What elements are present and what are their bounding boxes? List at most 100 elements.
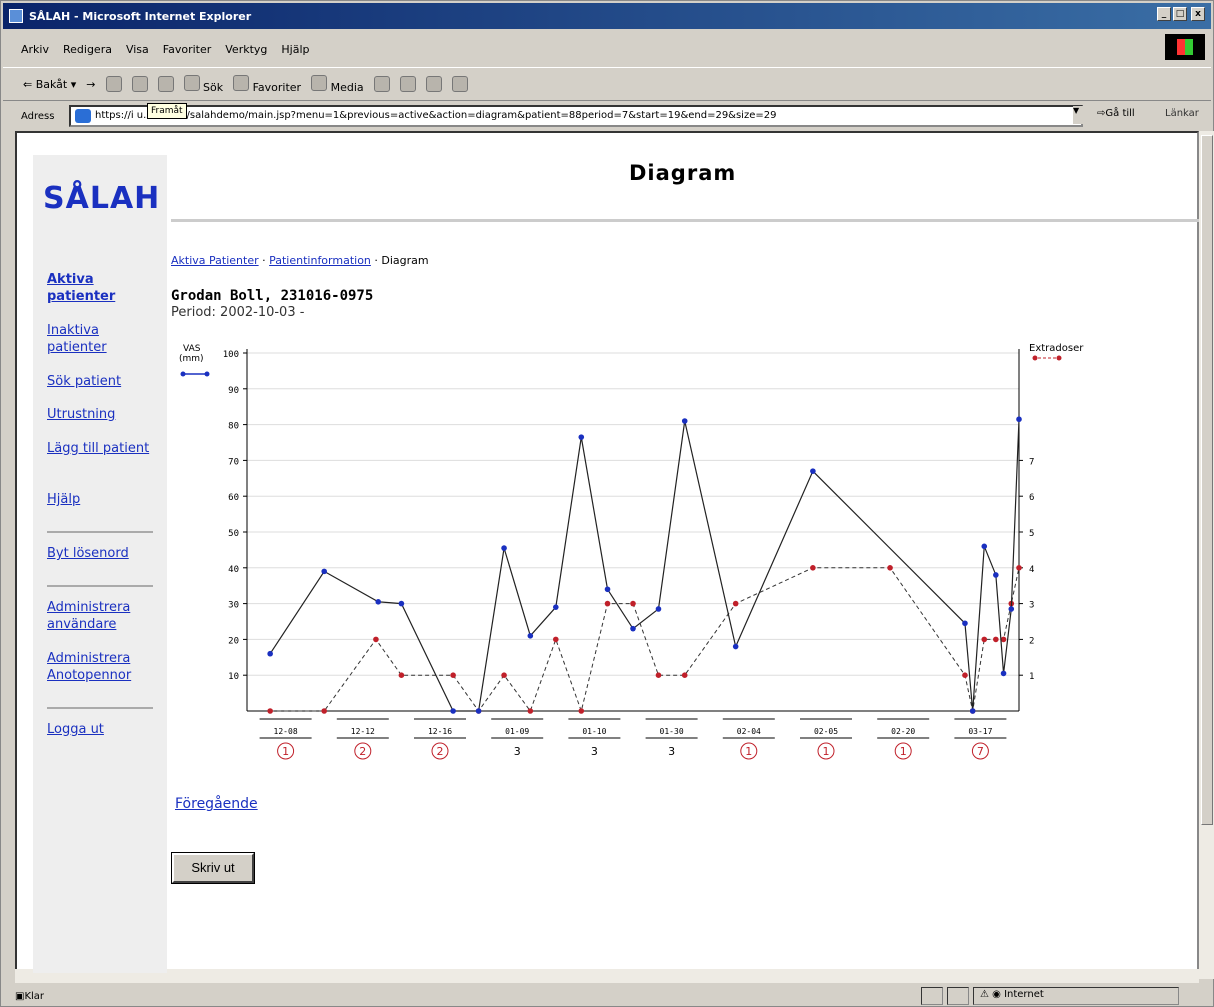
group-count-label: 3 — [668, 745, 675, 758]
menu-bar: Arkiv Redigera Visa Favoriter Verktyg Hj… — [3, 31, 1211, 67]
nav-search-patient[interactable]: Sök patient — [47, 373, 157, 390]
print-button[interactable]: Skriv ut — [171, 852, 255, 884]
y2-axis-label: Extradoser — [1029, 343, 1084, 354]
y-tick-label: 70 — [228, 457, 239, 467]
vas-point — [981, 543, 988, 550]
print-icon[interactable] — [425, 76, 442, 92]
menu-file[interactable]: Arkiv — [21, 43, 49, 56]
vas-point — [969, 708, 976, 714]
extradoser-point — [373, 636, 379, 643]
breadcrumb-separator: · — [262, 254, 266, 267]
group-count-label: 3 — [591, 745, 598, 758]
breadcrumb-separator: · — [374, 254, 378, 267]
menu-edit[interactable]: Redigera — [63, 43, 112, 56]
vas-line — [269, 419, 1020, 712]
links-button[interactable]: Länkar — [1165, 108, 1199, 119]
vas-point — [527, 633, 534, 639]
address-dropdown-icon[interactable]: ▼ — [1073, 106, 1083, 124]
period-text: Period: 2002-10-03 - — [171, 305, 305, 320]
media-button[interactable]: Media — [311, 74, 364, 94]
go-button[interactable]: ⇨Gå till — [1097, 108, 1135, 119]
menu-tools[interactable]: Verktyg — [225, 43, 267, 56]
status-page-icon: ▣ — [15, 990, 25, 1002]
nav-change-password[interactable]: Byt lösenord — [47, 545, 157, 562]
group-count-label: 2 — [359, 745, 366, 758]
refresh-icon[interactable] — [131, 76, 148, 92]
x-date-label: 01-09 — [505, 727, 529, 736]
group-count-label: 7 — [977, 745, 984, 758]
group-count-label: 2 — [437, 745, 444, 758]
scrollbar-thumb[interactable] — [1201, 135, 1213, 825]
vas-point — [630, 625, 636, 632]
home-icon[interactable] — [157, 76, 174, 92]
nav-add-patient[interactable]: Lägg till patient — [47, 440, 157, 457]
menu-help[interactable]: Hjälp — [281, 43, 309, 56]
x-date-label: 02-05 — [814, 727, 838, 736]
vas-point — [655, 606, 662, 612]
vertical-scrollbar[interactable] — [1199, 131, 1214, 979]
vas-chart: 10 20 30 40 50 60 70 80 90 100 1 2 3 4 5 6 7 VAS(mm) Extra… — [179, 343, 1084, 760]
y2-tick-label: 5 — [1029, 529, 1034, 539]
breadcrumb-patient-info[interactable]: Patientinformation — [269, 254, 371, 267]
extradoser-point — [450, 672, 456, 678]
vas-point — [604, 586, 611, 593]
group-count-label: 1 — [900, 745, 907, 758]
group-count-label: 1 — [823, 745, 830, 758]
extra-legend-marker — [1032, 355, 1038, 361]
nav-admin-users[interactable]: Administrera användare — [47, 599, 157, 633]
minimize-button[interactable]: _ — [1157, 7, 1171, 21]
vas-point — [578, 434, 585, 440]
y2-tick-label: 6 — [1029, 493, 1034, 503]
y2-tick-label: 2 — [1029, 636, 1034, 646]
window-title: SÅLAH - Microsoft Internet Explorer — [29, 9, 252, 23]
tooltip: Framåt — [147, 103, 187, 119]
nav-inactive-patients[interactable]: Inaktiva patienter — [47, 322, 157, 356]
breadcrumb-active-patients[interactable]: Aktiva Patienter — [171, 254, 259, 267]
windows-logo-icon — [1165, 34, 1205, 60]
address-label: Adress — [21, 110, 55, 122]
back-button[interactable]: ⇐ Bakåt ▾ — [23, 78, 76, 91]
mail-icon[interactable] — [399, 76, 416, 92]
nav-active-patients[interactable]: Aktiva patienter — [47, 271, 157, 305]
browser-window: SÅLAH - Microsoft Internet Explorer _ □ … — [0, 0, 1214, 1007]
history-icon[interactable] — [373, 76, 390, 92]
vas-point — [321, 568, 327, 575]
close-button[interactable]: x — [1191, 7, 1205, 21]
forward-button[interactable]: → — [86, 78, 95, 91]
nav-equipment[interactable]: Utrustning — [47, 406, 157, 423]
favorites-button[interactable]: Favoriter — [233, 74, 301, 94]
x-date-label: 12-12 — [351, 727, 375, 736]
group-count-label: 1 — [745, 745, 752, 758]
x-date-label: 02-04 — [737, 727, 761, 736]
vas-point — [1008, 606, 1015, 612]
group-count-label: 1 — [282, 745, 289, 758]
page-title: Diagram — [629, 161, 737, 185]
x-date-label: 01-30 — [660, 727, 684, 736]
vas-point — [553, 604, 559, 610]
extradoser-point — [681, 672, 688, 678]
menu-view[interactable]: Visa — [126, 43, 149, 56]
y-tick-label: 90 — [228, 386, 239, 396]
previous-link[interactable]: Föregående — [175, 796, 258, 812]
horizontal-scrollbar[interactable] — [15, 969, 1199, 983]
toolbar: ⇐ Bakåt ▾ → Sök Favoriter Media — [3, 67, 1211, 101]
address-url: https://i u.se:8443/salahdemo/main.jsp?m… — [95, 110, 777, 121]
address-input[interactable]: https://i u.se:8443/salahdemo/main.jsp?m… — [69, 105, 1083, 127]
status-text: Klar — [24, 990, 45, 1002]
extradoser-point — [553, 636, 559, 643]
nav-help[interactable]: Hjälp — [47, 491, 157, 508]
restore-button[interactable]: □ — [1173, 7, 1187, 21]
nav-logout[interactable]: Logga ut — [47, 721, 157, 738]
nav-admin-pens[interactable]: Administrera Anotopennor — [47, 650, 157, 684]
title-bar: SÅLAH - Microsoft Internet Explorer _ □ … — [3, 3, 1211, 29]
status-cell — [921, 987, 943, 1005]
edit-icon[interactable] — [451, 76, 468, 92]
vas-point — [1000, 670, 1007, 677]
y2-tick-label: 3 — [1029, 601, 1034, 611]
stop-icon[interactable] — [105, 76, 122, 92]
y2-tick-label: 7 — [1029, 457, 1034, 467]
search-button[interactable]: Sök — [183, 74, 223, 94]
menu-favorites[interactable]: Favoriter — [163, 43, 211, 56]
nav-divider — [47, 585, 153, 587]
vas-point — [1016, 416, 1022, 423]
